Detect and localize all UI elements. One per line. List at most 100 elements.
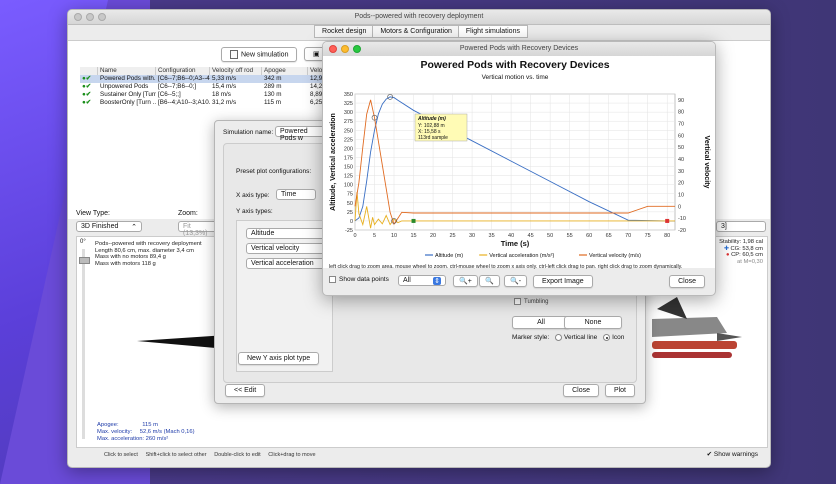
maximize-window-button[interactable] (98, 13, 106, 21)
export-image-button[interactable]: Export Image (533, 275, 593, 288)
zoom-in-button[interactable]: 🔍+ (453, 275, 478, 287)
apogee-label: Apogee: (97, 422, 119, 428)
y-left-tick-label: 200 (344, 146, 353, 152)
y-left-tick-label: 350 (344, 92, 353, 98)
y-left-tick-label: -25 (345, 228, 353, 234)
zoom-reset-button[interactable]: 🔍 (479, 275, 500, 287)
x-axis-select[interactable]: Time (276, 189, 316, 200)
y-left-tick-label: 175 (344, 155, 353, 161)
y-left-tick-label: 100 (344, 183, 353, 189)
plot-button[interactable]: Plot (604, 384, 635, 397)
col-name[interactable]: Name (98, 67, 156, 75)
x-tick-label: 70 (625, 233, 631, 239)
status-ok-icon: ●✔ (82, 83, 92, 90)
configuration-select[interactable]: 3] (716, 221, 766, 232)
new-simulation-button[interactable]: New simulation (221, 47, 298, 62)
rocket-body-shape (652, 317, 727, 337)
x-tick-label: 35 (489, 233, 495, 239)
y-type-vertical-acceleration[interactable]: Vertical acceleration (246, 258, 326, 269)
plot-window: Powered Pods with Recovery Devices 0 5 10 1… (322, 41, 716, 296)
col-velocity-off-rod[interactable]: Velocity off rod (210, 67, 262, 75)
x-tick-label: 30 (469, 233, 475, 239)
show-data-points-checkbox[interactable]: Show data points (329, 276, 389, 283)
pod-shape (652, 341, 737, 349)
marker-vertical-radio[interactable] (555, 334, 563, 341)
sim-name-input[interactable]: Powered Pods w (275, 126, 325, 142)
close-window-button[interactable] (329, 45, 337, 53)
sim-name: Powered Pods with... (100, 75, 156, 82)
y-left-tick-label: 225 (344, 137, 353, 143)
preset-label: Preset plot configurations: (236, 168, 312, 175)
all-events-button[interactable]: All (512, 316, 570, 329)
y-right-tick-label: 10 (678, 193, 684, 199)
y-type-vertical-velocity[interactable]: Vertical velocity (246, 243, 326, 254)
col-status[interactable] (80, 67, 98, 75)
view-type-select[interactable]: 3D Finished ⌃ (76, 221, 142, 232)
checkmark-icon: ✔ (706, 451, 713, 458)
edit-back-button[interactable]: << Edit (225, 384, 266, 397)
y-axis-list: Altitude Vertical velocity Vertical acce… (236, 220, 333, 372)
rocket-tail-shape (717, 333, 742, 341)
zoom-out-button[interactable]: 🔍- (504, 275, 528, 287)
series-select[interactable]: All ⇕ (398, 275, 446, 286)
x-tick-label: 55 (567, 233, 573, 239)
new-y-axis-button[interactable]: New Y axis plot type (238, 352, 320, 365)
view-type-label: View Type: (76, 210, 110, 217)
tab-flight-simulations[interactable]: Flight simulations (457, 25, 528, 38)
zoom-select[interactable]: Fit (13,3%) (178, 221, 218, 237)
sim-config: [B6--4;A10--3;A10... (158, 99, 210, 106)
maximize-window-button[interactable] (353, 45, 361, 53)
new-simulation-label: New simulation (241, 51, 289, 59)
edit-icon: ▣ (313, 51, 322, 58)
show-warnings-checkbox[interactable]: ✔ Show warnings (707, 450, 758, 458)
sim-apogee: 115 m (264, 99, 282, 106)
minimize-window-button[interactable] (86, 13, 94, 21)
marker-icon-radio[interactable] (603, 334, 611, 341)
x-tick-label: 75 (645, 233, 651, 239)
main-titlebar: Pods--powered with recovery deployment (68, 10, 770, 25)
deploy-marker (411, 218, 416, 223)
zoom-label: Zoom: (178, 210, 198, 217)
none-events-button[interactable]: None (564, 316, 622, 329)
plot-titlebar: Powered Pods with Recovery Devices (323, 42, 715, 57)
x-tick-label: 5 (373, 233, 376, 239)
y-left-tick-label: 125 (344, 174, 353, 180)
tab-motors-configuration[interactable]: Motors & Configuration (372, 25, 460, 38)
legend-label-1: Vertical acceleration (m/s²) (489, 253, 554, 259)
sim-velocity-off-rod: 31,2 m/s (212, 99, 237, 106)
apogee-value: 115 m (142, 422, 158, 428)
marker-style-group: Marker style: Vertical line Icon (512, 334, 624, 341)
end-marker (665, 218, 670, 223)
minimize-window-button[interactable] (341, 45, 349, 53)
col-configuration[interactable]: Configuration (156, 67, 210, 75)
y-type-label: Vertical acceleration (251, 260, 314, 267)
x-tick-label: 20 (430, 233, 436, 239)
show-data-points-box (329, 276, 336, 283)
chart[interactable]: 0 5 10 15 20 25 30 35 40 45 50 55 60 65 70 75 80-2502550… (323, 56, 715, 268)
series-select-value: All (403, 277, 411, 284)
col-apogee[interactable]: Apogee (262, 67, 308, 75)
tumbling-checkbox[interactable] (514, 298, 521, 305)
y-type-altitude[interactable]: Altitude (246, 228, 326, 239)
x-tick-label: 60 (586, 233, 592, 239)
y-left-tick-label: 150 (344, 165, 353, 171)
status-ok-icon: ●✔ (82, 91, 92, 98)
y-left-tick-label: 275 (344, 119, 353, 125)
close-window-button[interactable] (74, 13, 82, 21)
dialog-close-button[interactable]: Close (563, 384, 599, 397)
plot-close-button[interactable]: Close (669, 275, 705, 288)
sim-config: [C6--5;;] (158, 91, 181, 98)
plot-window-title: Powered Pods with Recovery Devices (459, 45, 579, 52)
mouse-hint: Click to select Shift+click to select ot… (104, 452, 316, 458)
y-left-tick-label: 25 (347, 210, 353, 216)
legend-label-2: Vertical velocity (m/s) (589, 253, 641, 259)
show-warnings-label: Show warnings (713, 451, 758, 458)
sim-name: Sustainer Only [Turn... (100, 91, 156, 98)
tab-rocket-design[interactable]: Rocket design (314, 25, 375, 38)
y-right-tick-label: 70 (678, 122, 684, 128)
zoom-icon: 🔍 (485, 278, 494, 285)
sim-name: Unpowered Pods (100, 83, 149, 90)
y-left-axis-title: Altitude, Vertical acceleration (330, 113, 337, 211)
plot-window-controls (329, 45, 361, 53)
view-type-value: 3D Finished (81, 223, 119, 230)
